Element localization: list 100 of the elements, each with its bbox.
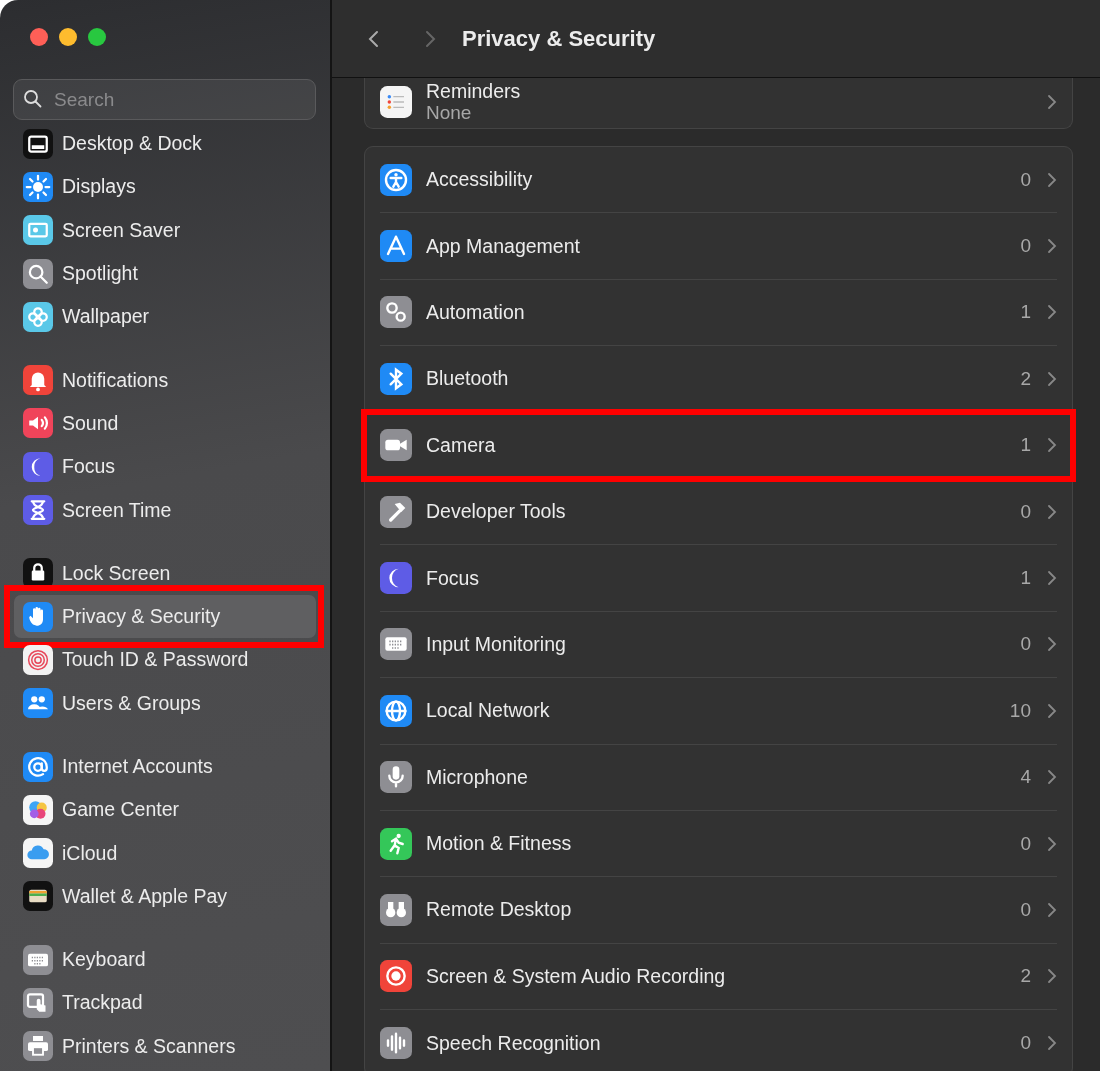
magnifier-icon (23, 258, 53, 289)
globe-icon (380, 694, 412, 727)
at-sign-icon (23, 751, 53, 782)
list-icon (380, 86, 412, 118)
chevron-icon[interactable] (1047, 570, 1057, 587)
sidebar-item[interactable]: Wallpaper (14, 295, 316, 339)
running-figure-icon (380, 827, 412, 860)
chevron-icon[interactable] (1047, 1035, 1057, 1052)
sidebar-item[interactable]: Privacy & Security (14, 594, 316, 639)
permission-label[interactable]: App Management (426, 234, 1007, 258)
bell-icon (23, 365, 53, 396)
accessibility-person-icon (380, 163, 412, 196)
window-title: Privacy & Security (462, 25, 656, 52)
chevron-icon[interactable] (1047, 437, 1057, 454)
sidebar-item[interactable]: Desktop & Dock (14, 122, 316, 166)
permission-label[interactable]: Speech Recognition (426, 1031, 1007, 1055)
permission-count: 1 (1020, 434, 1031, 457)
permission-count: 10 (1009, 699, 1031, 722)
chevron-icon[interactable] (1047, 304, 1057, 321)
chevron-icon[interactable] (1047, 702, 1057, 719)
chevron-icon[interactable] (1047, 769, 1057, 786)
moon-icon (23, 451, 53, 482)
permission-label[interactable]: Camera (426, 433, 1007, 457)
permission-count: 0 (1020, 235, 1031, 258)
binoculars-icon (380, 894, 412, 926)
sidebar-item[interactable]: Focus (14, 445, 316, 489)
sidebar-item[interactable]: Keyboard (14, 938, 316, 982)
sun-icon (23, 171, 53, 202)
chevron-icon[interactable] (1047, 636, 1057, 653)
permission-label[interactable]: Developer Tools (426, 500, 1007, 524)
people-icon (23, 688, 53, 719)
permission-count: 4 (1020, 766, 1031, 789)
pointing-hand-icon (23, 988, 53, 1018)
search-icon (23, 89, 43, 109)
bluetooth-icon (380, 362, 412, 395)
screen-icon (23, 215, 53, 246)
close-button[interactable] (30, 28, 48, 46)
permission-label[interactable]: Bluetooth (426, 367, 1007, 391)
sidebar-item[interactable]: Trackpad (14, 981, 316, 1025)
wallet-icon (23, 881, 53, 912)
sidebar-item[interactable]: Internet Accounts (14, 744, 316, 789)
sidebar-item[interactable]: Wallet & Apple Pay (14, 874, 316, 919)
printer-icon (23, 1031, 53, 1062)
sidebar-item[interactable]: Lock Screen (14, 551, 316, 595)
permission-count: 0 (1020, 832, 1031, 855)
sidebar-item[interactable]: Touch ID & Password (14, 638, 316, 682)
sidebar-item[interactable]: Game Center (14, 788, 316, 832)
permission-label[interactable]: Motion & Fitness (426, 832, 1007, 856)
permission-count: 0 (1020, 1032, 1031, 1055)
chevron-icon[interactable] (1047, 94, 1057, 110)
sidebar-item[interactable]: Users & Groups (14, 681, 316, 725)
permission-count: 0 (1020, 633, 1031, 656)
minimize-button[interactable] (59, 28, 77, 46)
app-store-icon (380, 230, 412, 263)
sidebar-item[interactable]: Notifications (14, 358, 316, 402)
sidebar-item[interactable]: Screen Saver (14, 208, 316, 252)
permission-count: 0 (1020, 500, 1031, 523)
forward-chevron-icon[interactable] (424, 28, 436, 49)
hourglass-icon (23, 495, 53, 525)
chevron-icon[interactable] (1047, 902, 1057, 918)
chevron-icon[interactable] (1047, 171, 1057, 188)
waveform-icon (380, 1027, 412, 1060)
keyboard-icon (23, 944, 53, 975)
sidebar-item[interactable]: Displays (14, 165, 316, 209)
permission-label[interactable]: Screen & System Audio Recording (426, 964, 1007, 988)
permission-label[interactable]: Focus (426, 566, 1007, 590)
sidebar-item[interactable]: Screen Time (14, 488, 316, 532)
sidebar-item[interactable]: Sound (14, 401, 316, 446)
permission-label[interactable]: Input Monitoring (426, 632, 1007, 656)
permission-count: 0 (1020, 899, 1031, 921)
permission-label[interactable]: Microphone (426, 765, 1007, 789)
colored-bubbles-icon (23, 794, 53, 825)
dock-icon (23, 128, 53, 159)
zoom-button[interactable] (88, 28, 106, 46)
speaker-icon (23, 408, 53, 439)
chevron-icon[interactable] (1047, 370, 1057, 387)
back-chevron-icon[interactable] (368, 28, 380, 49)
flower-icon (23, 301, 53, 332)
moon-icon (380, 562, 412, 595)
hand-icon (23, 601, 53, 632)
permission-label[interactable]: Local Network (426, 699, 996, 723)
chevron-icon[interactable] (1047, 835, 1057, 852)
chevron-icon[interactable] (1047, 968, 1057, 985)
keyboard-icon (380, 628, 412, 661)
permission-label[interactable]: Automation (426, 300, 1007, 324)
permission-count: 1 (1020, 301, 1031, 324)
video-camera-icon (380, 429, 412, 462)
sidebar-item[interactable]: Spotlight (14, 251, 316, 296)
sidebar-item[interactable]: Printers & Scanners (14, 1024, 316, 1068)
search-field[interactable]: Search (13, 79, 316, 120)
permission-label[interactable]: Remote Desktop (426, 898, 1007, 922)
reminders-label: Reminders (426, 80, 522, 102)
permission-count: 2 (1020, 367, 1031, 390)
record-icon (380, 960, 412, 993)
cloud-icon (23, 838, 53, 869)
sidebar-item[interactable]: iCloud (14, 831, 316, 875)
permission-label[interactable]: Accessibility (426, 168, 1007, 192)
chevron-icon[interactable] (1047, 238, 1057, 255)
reminders-value: None (426, 102, 473, 124)
chevron-icon[interactable] (1047, 503, 1057, 520)
